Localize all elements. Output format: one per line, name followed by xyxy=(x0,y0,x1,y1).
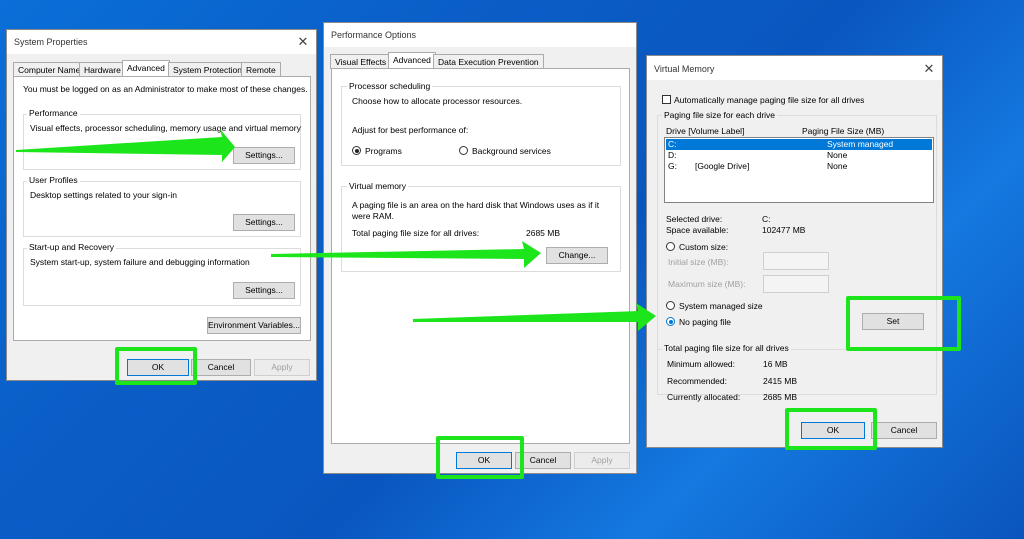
arrow-to-change xyxy=(271,241,541,268)
annotation-arrows xyxy=(16,129,656,331)
arrow-to-settings xyxy=(16,129,235,162)
arrow-to-no-paging-file xyxy=(413,303,656,331)
